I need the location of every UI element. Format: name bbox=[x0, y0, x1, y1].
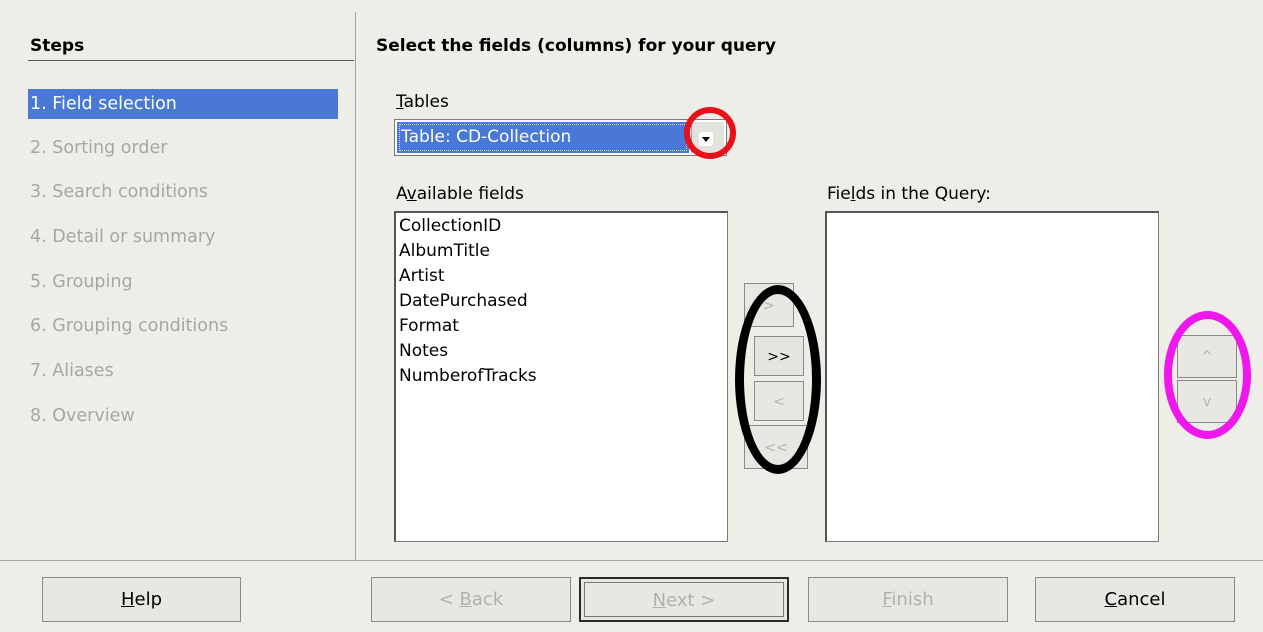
available-label-mnemonic: v bbox=[406, 184, 417, 204]
step-search-conditions[interactable]: 3. Search conditions bbox=[28, 177, 338, 207]
query-fields-label: Fields in the Query: bbox=[827, 184, 991, 204]
available-fields-label: Available fields bbox=[396, 184, 524, 204]
tables-label-mnemonic: T bbox=[396, 92, 404, 112]
step-detail-or-summary[interactable]: 4. Detail or summary bbox=[28, 222, 338, 252]
list-item[interactable]: Artist bbox=[396, 264, 727, 289]
tables-label: Tables bbox=[396, 92, 449, 112]
list-item[interactable]: DatePurchased bbox=[396, 289, 727, 314]
back-mnemonic: B bbox=[459, 589, 472, 610]
finish-button[interactable]: Finish bbox=[808, 577, 1008, 622]
footer-divider bbox=[0, 560, 1263, 561]
tables-dropdown[interactable]: Table: CD-Collection bbox=[394, 119, 727, 156]
steps-title: Steps bbox=[30, 36, 85, 56]
tables-dropdown-value[interactable]: Table: CD-Collection bbox=[397, 122, 689, 153]
back-button[interactable]: < Back bbox=[371, 577, 571, 622]
list-item[interactable]: Format bbox=[396, 314, 727, 339]
list-item[interactable]: AlbumTitle bbox=[396, 239, 727, 264]
query-label-part-b: ds in the Query: bbox=[855, 184, 991, 204]
step-overview[interactable]: 8. Overview bbox=[28, 401, 338, 431]
annotation-black-ellipse bbox=[735, 285, 821, 474]
steps-divider bbox=[28, 60, 354, 61]
available-label-part-b: ailable fields bbox=[416, 184, 524, 204]
tables-label-text: ables bbox=[403, 92, 449, 112]
back-label: ack bbox=[471, 589, 504, 610]
step-field-selection[interactable]: 1. Field selection bbox=[28, 89, 338, 119]
step-aliases[interactable]: 7. Aliases bbox=[28, 356, 338, 386]
finish-label: inish bbox=[891, 589, 934, 610]
available-label-part-a: A bbox=[396, 184, 407, 204]
list-item[interactable]: Notes bbox=[396, 339, 727, 364]
help-label: elp bbox=[134, 589, 163, 610]
available-fields-list[interactable]: CollectionID AlbumTitle Artist DatePurch… bbox=[394, 211, 728, 542]
cancel-label: ancel bbox=[1117, 589, 1166, 610]
step-sorting-order[interactable]: 2. Sorting order bbox=[28, 133, 338, 163]
next-button[interactable]: Next > bbox=[579, 577, 789, 622]
page-title: Select the fields (columns) for your que… bbox=[376, 36, 776, 56]
next-label: ext > bbox=[666, 590, 716, 611]
help-mnemonic: H bbox=[120, 589, 135, 610]
next-mnemonic: N bbox=[652, 590, 667, 611]
help-button[interactable]: Help bbox=[42, 577, 241, 622]
annotation-red-circle bbox=[684, 107, 736, 159]
cancel-mnemonic: C bbox=[1104, 589, 1118, 610]
list-item[interactable]: NumberofTracks bbox=[396, 364, 727, 389]
list-item[interactable]: CollectionID bbox=[396, 214, 727, 239]
panel-divider bbox=[355, 12, 356, 560]
annotation-magenta-ellipse bbox=[1164, 311, 1251, 439]
query-label-part-a: Fie bbox=[827, 184, 851, 204]
step-grouping[interactable]: 5. Grouping bbox=[28, 267, 338, 297]
cancel-button[interactable]: Cancel bbox=[1035, 577, 1235, 622]
back-prefix: < bbox=[438, 589, 460, 610]
query-fields-list[interactable] bbox=[825, 211, 1159, 542]
step-grouping-conditions[interactable]: 6. Grouping conditions bbox=[28, 311, 338, 341]
